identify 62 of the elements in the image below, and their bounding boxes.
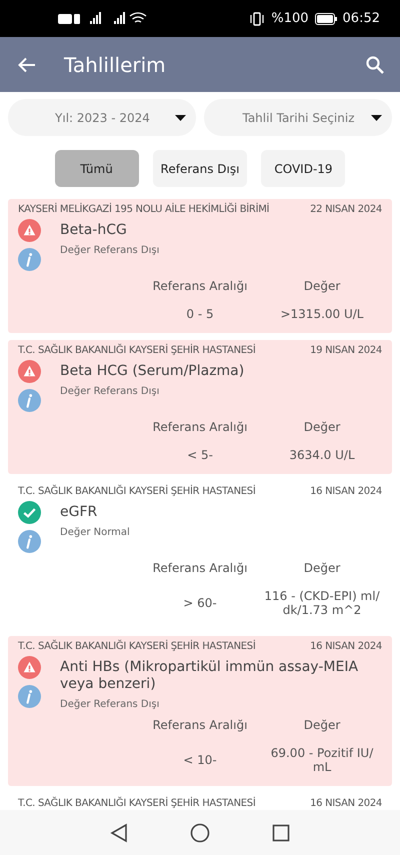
- home-nav-icon[interactable]: [190, 822, 210, 842]
- filter-chip[interactable]: COVID-19: [261, 150, 346, 187]
- back-nav-icon[interactable]: [110, 822, 128, 842]
- result-status: Değer Referans Dışı: [60, 245, 160, 256]
- result-date: 16 NISAN 2024: [310, 486, 382, 497]
- institution-name: T.C. SAĞLIK BAKANLIĞI KAYSERİ ŞEHİR HASTANESİ: [18, 798, 256, 809]
- filter-chip[interactable]: Tümü: [54, 150, 139, 187]
- result-value: 69.00 - Pozitif IU/ mL: [270, 746, 374, 774]
- institution-name: T.C. SAĞLIK BAKANLIĞI KAYSERİ ŞEHİR HASTANESİ: [18, 345, 256, 356]
- result-value: 3634.0 U/L: [288, 448, 356, 462]
- reference-range: < 10-: [182, 753, 218, 767]
- result-status: Değer Referans Dışı: [60, 699, 160, 710]
- column-header: Referans Aralığı: [152, 718, 248, 732]
- check-icon: [18, 501, 41, 524]
- column-header: Değer: [302, 561, 342, 575]
- column-header: Referans Aralığı: [152, 420, 248, 434]
- reference-range: 0 - 5: [185, 307, 215, 321]
- warning-icon: [18, 656, 41, 679]
- dropdown-caret-icon: [371, 114, 382, 120]
- info-icon[interactable]: [18, 389, 41, 412]
- result-date: 22 NISAN 2024: [310, 204, 382, 215]
- column-header: Değer: [302, 420, 342, 434]
- result-status: Değer Normal: [60, 527, 131, 538]
- result-date: 16 NISAN 2024: [310, 641, 382, 652]
- test-name: Beta HCG (Serum/Plazma): [60, 363, 246, 380]
- test-name: Anti HBs (Mikropartikül immün assay-MEIA veya benzeri): [60, 659, 360, 693]
- filter-chip[interactable]: Referans Dışı: [152, 150, 248, 187]
- reference-range: < 5-: [186, 448, 214, 462]
- warning-icon: [18, 219, 41, 242]
- result-status: Değer Referans Dışı: [60, 386, 160, 397]
- dropdown-caret-icon: [175, 114, 186, 120]
- result-value: 116 - (CKD-EPI) ml/ dk/1.73 m^2: [263, 589, 381, 617]
- institution-name: T.C. SAĞLIK BAKANLIĞI KAYSERİ ŞEHİR HASTANESİ: [18, 486, 256, 497]
- result-card[interactable]: T.C. SAĞLIK BAKANLIĞI KAYSERİ ŞEHİR HASTANESİ 19 NISAN 2024 Beta HCG (Serum/Plazma) Değer Referans Dışı Referans Aralığı Değer < 5- 3634.0 U/L: [8, 340, 392, 474]
- info-icon[interactable]: [18, 530, 41, 553]
- column-header: Değer: [302, 718, 342, 732]
- recents-nav-icon[interactable]: [272, 824, 290, 842]
- result-card[interactable]: T.C. SAĞLIK BAKANLIĞI KAYSERİ ŞEHİR HASTANESİ 16 NISAN 2024 Anti HBs (Mikropartikül immün assay-MEIA veya benzeri) Değer Referans Dışı Referans Aralığı Değer < 10- 69.00 - Pozitif IU/ mL: [8, 636, 392, 786]
- reference-range: > 60-: [182, 596, 218, 610]
- back-arrow-icon[interactable]: [18, 56, 36, 72]
- column-header: Referans Aralığı: [152, 561, 248, 575]
- test-name: eGFR: [60, 504, 98, 521]
- result-date: 19 NISAN 2024: [310, 345, 382, 356]
- info-icon[interactable]: [18, 685, 41, 708]
- test-name: Beta-hCG: [60, 222, 128, 239]
- column-header: Referans Aralığı: [152, 279, 248, 293]
- column-header: Değer: [302, 279, 342, 293]
- battery-percent: %100: [271, 11, 309, 26]
- battery-icon: [314, 12, 337, 24]
- info-icon[interactable]: [18, 248, 41, 271]
- institution-name: T.C. SAĞLIK BAKANLIĞI KAYSERİ ŞEHİR HASTANESİ: [18, 641, 256, 652]
- result-card[interactable]: KAYSERİ MELİKGAZİ 195 NOLU AİLE HEKİMLİĞİ BİRİMİ 22 NISAN 2024 Beta-hCG Değer Referans Dışı Referans Aralığı Değer 0 - 5 >1315.00 U/L: [8, 199, 392, 333]
- filter-dropdown[interactable]: Yıl: 2023 - 2024: [8, 99, 196, 136]
- vibrate-icon: [249, 12, 266, 26]
- page-title: Tahlillerim: [64, 52, 167, 76]
- institution-name: KAYSERİ MELİKGAZİ 195 NOLU AİLE HEKİMLİĞİ BİRİMİ: [18, 204, 270, 215]
- warning-icon: [18, 360, 41, 383]
- result-date: 16 NISAN 2024: [310, 798, 382, 809]
- filter-dropdown[interactable]: Tahlil Tarihi Seçiniz: [204, 99, 392, 136]
- search-icon[interactable]: [366, 56, 384, 74]
- clock: 06:52: [342, 11, 380, 26]
- result-value: >1315.00 U/L: [279, 307, 364, 321]
